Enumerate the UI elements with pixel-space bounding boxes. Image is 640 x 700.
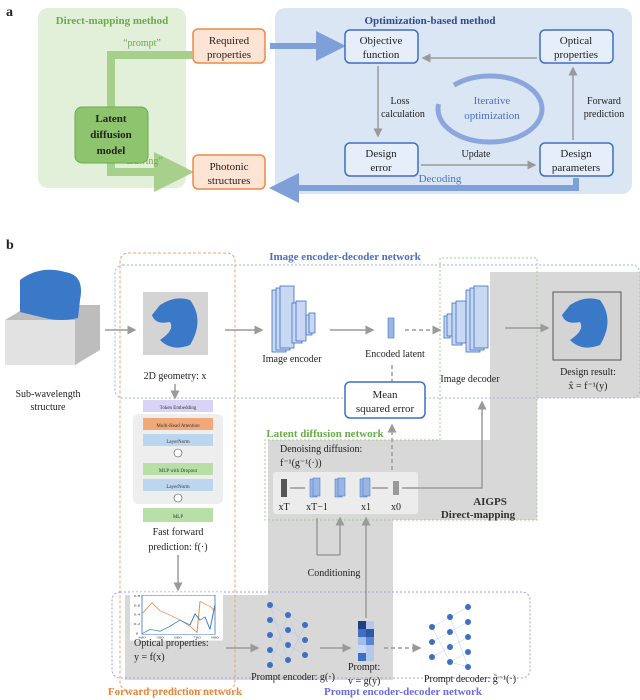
denoise-stack-icons [309, 477, 371, 498]
latent-x0: x0 [391, 502, 401, 513]
optical-l1: Optical [560, 35, 592, 47]
sub-wavelength-l1: Sub-wavelength [16, 389, 81, 400]
x0-latent-icon [393, 481, 399, 495]
update-label: Update [462, 149, 491, 160]
sub-wavelength-l2: structure [31, 402, 67, 413]
aigps-l1: AIGPS [473, 496, 507, 508]
panel-label-a: a [6, 5, 13, 20]
loss-l2: calculation [381, 109, 425, 120]
ldm-line2: diffusion [90, 129, 132, 141]
image-encoder-icon [271, 285, 316, 353]
layernorm1-label: LayerNorm [166, 440, 189, 445]
encoded-latent-label: Encoded latent [365, 349, 425, 360]
prompt-network-title: Prompt encoder-decoder network [324, 686, 483, 698]
conditioning-label: Conditioning [308, 568, 361, 579]
svg-text:0.4: 0.4 [134, 613, 140, 617]
prompt-vector-icon [358, 621, 374, 661]
prompt-l2: v = g(y) [348, 676, 380, 687]
direct-mapping-title: Direct-mapping method [56, 15, 169, 27]
add-node-icon [173, 448, 183, 458]
encoded-latent-icon [387, 317, 395, 339]
svg-text:800: 800 [211, 636, 218, 640]
image-decoder-label: Image decoder [440, 374, 500, 385]
optical-properties-plot [130, 592, 223, 641]
forward-l2: prediction [584, 109, 625, 120]
svg-text:0.6: 0.6 [134, 603, 140, 607]
design-error-l2: error [370, 162, 392, 174]
prompt-label: “prompt” [123, 38, 161, 49]
svg-text:0: 0 [136, 631, 138, 635]
photonic-structures-l2: structures [208, 175, 251, 187]
optical-l2: properties [554, 49, 598, 61]
sub-wavelength-structure-icon [5, 269, 100, 365]
photonic-structures-l1: Photonic [209, 161, 248, 173]
design-params-l2: parameters [552, 162, 600, 174]
layernorm2-label: LayerNorm [166, 485, 189, 490]
latent-x1: x1 [361, 502, 371, 513]
prompt-decoder-label: Prompt decoder: g̃⁻¹(·) [424, 674, 516, 685]
design-result-l2: x̂ = f⁻¹(y) [569, 381, 608, 392]
optimization-title: Optimization-based method [364, 15, 495, 27]
objective-l1: Objective [360, 35, 403, 47]
decoding-label: Decoding [419, 173, 462, 185]
latent-network-title: Latent diffusion network [266, 428, 384, 440]
fast-forward-l1: Fast forward [153, 527, 204, 538]
design-params-l1: Design [560, 148, 592, 160]
denoising-l2: f⁻¹(g⁻¹(·)) [280, 458, 322, 469]
latent-xT: xT [278, 502, 289, 513]
optical-properties-l2: y = f(x) [134, 652, 165, 663]
image-encoder-label: Image encoder [262, 354, 322, 365]
fast-forward-l2: prediction: f(·) [148, 542, 207, 553]
prompt-l1: Prompt: [348, 662, 380, 673]
forward-l1: Forward [587, 96, 621, 107]
forward-network-title: Forward prediction network [108, 686, 243, 698]
mse-l1: Mean [372, 389, 398, 401]
xT-latent-icon [281, 479, 287, 497]
objective-l2: function [363, 49, 400, 61]
loss-l1: Loss [391, 96, 410, 107]
add-node-icon [173, 493, 183, 503]
prompt-decoder-icon [429, 604, 471, 670]
attention-label: Multi-Head Attention [156, 424, 200, 429]
aigps-l2: Direct-mapping [441, 509, 516, 521]
ldm-line3: model [97, 145, 126, 157]
required-properties-l2: properties [207, 49, 251, 61]
mlp-label: MLP [173, 515, 184, 520]
figure: a Direct-mapping method Optimization-bas… [5, 5, 640, 698]
required-properties-l1: Required [209, 35, 250, 47]
image-decoder-icon [443, 285, 489, 353]
denoising-l1: Denoising diffusion: [280, 444, 362, 455]
prompt-encoder-label: Prompt encoder: g(·) [251, 672, 335, 683]
design-error-l1: Design [365, 148, 397, 160]
geometry-label: 2D geometry: x [144, 371, 207, 382]
design-result-l1: Design result: [560, 367, 616, 378]
ldm-line1: Latent [95, 113, 127, 125]
mse-l2: squared error [356, 403, 415, 415]
latent-xT-1: xT−1 [306, 502, 328, 513]
svg-text:0.8: 0.8 [134, 594, 140, 598]
iterative-l1: Iterative [474, 95, 511, 107]
optical-properties-l1: Optical properties: [134, 638, 209, 649]
token-embedding-label: Token Embedding [160, 406, 197, 411]
iterative-l2: optimization [464, 110, 520, 122]
mlp-dropout-label: MLP with Dropout [159, 469, 198, 474]
panel-label-b: b [6, 238, 14, 253]
svg-text:0.2: 0.2 [134, 622, 140, 626]
image-network-title: Image encoder-decoder network [269, 251, 421, 263]
